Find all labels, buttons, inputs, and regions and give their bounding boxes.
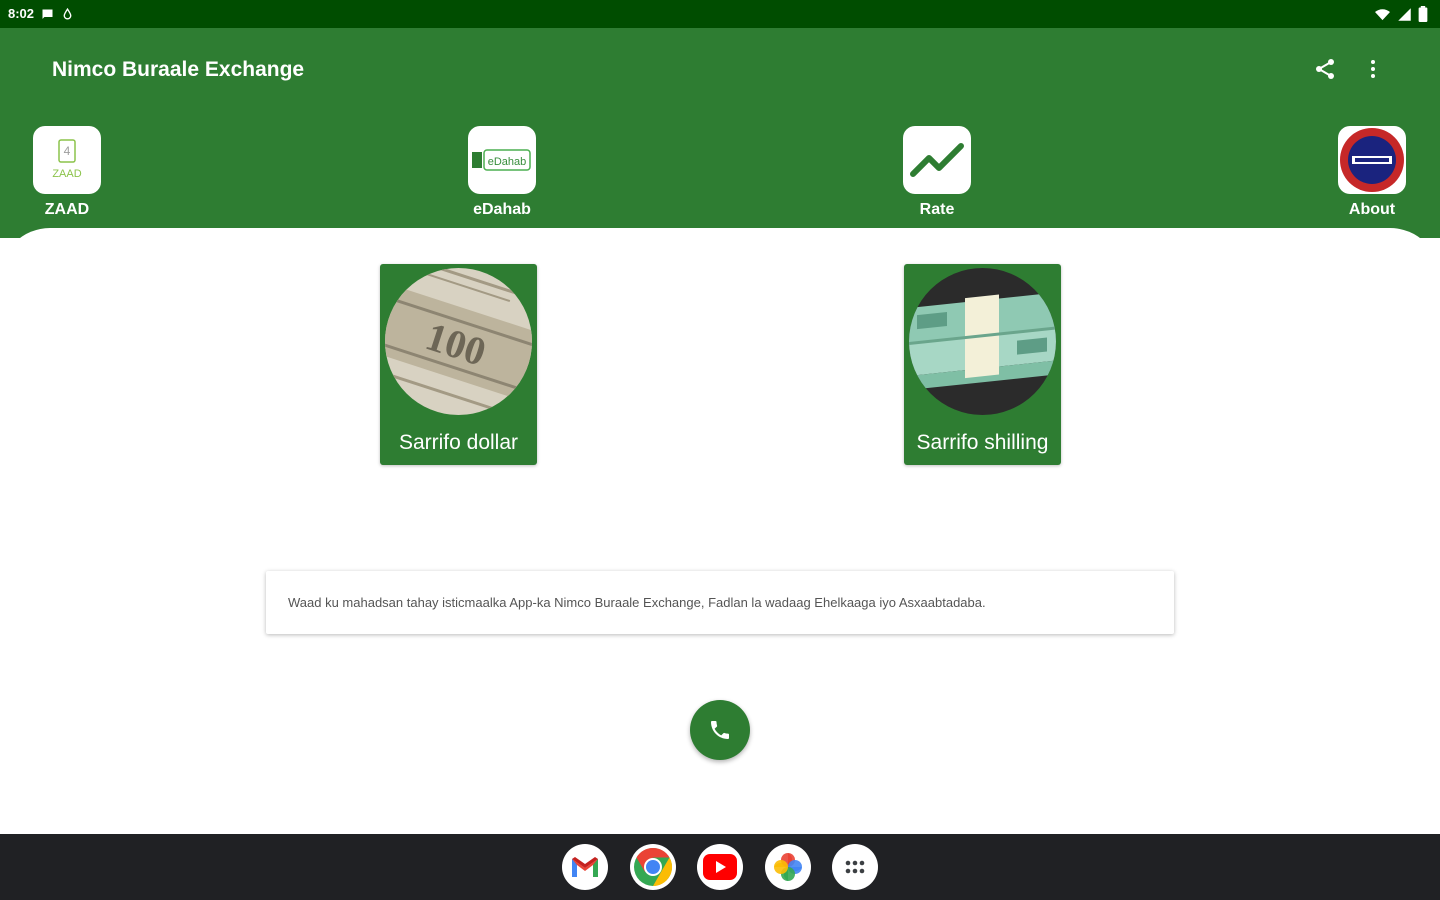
dollar-image: 100: [385, 268, 532, 415]
trending-up-icon: [910, 143, 964, 177]
edahab-shortcut[interactable]: eDahab eDahab: [454, 126, 550, 219]
edahab-logo: eDahab: [468, 126, 536, 194]
water-drop-icon: [63, 7, 72, 19]
status-time: 8:02: [8, 6, 35, 21]
taskbar-dock: [0, 834, 1440, 900]
shilling-card-label: Sarrifo shilling: [916, 431, 1049, 454]
chat-icon: [42, 9, 53, 19]
signal-icon: [1398, 7, 1411, 21]
edahab-label: eDahab: [473, 201, 531, 218]
app-drawer[interactable]: [832, 844, 878, 890]
chrome-app[interactable]: [630, 844, 676, 890]
edahab-logo-text: eDahab: [488, 156, 527, 168]
welcome-message-text: Waad ku mahadsan tahay isticmaalka App-k…: [288, 595, 986, 610]
shilling-image: [909, 268, 1056, 415]
svg-text:4: 4: [64, 144, 71, 158]
status-right: [1374, 6, 1428, 22]
app-bar: Nimco Buraale Exchange 4 ZAAD ZAAD eDaha…: [0, 28, 1440, 238]
chrome-icon: [634, 847, 673, 887]
about-logo: [1338, 126, 1406, 194]
rate-shortcut[interactable]: Rate: [889, 126, 985, 219]
gmail-icon: [572, 857, 598, 877]
rate-label: Rate: [919, 201, 955, 218]
zaad-shortcut[interactable]: 4 ZAAD ZAAD: [19, 126, 115, 219]
photos-app[interactable]: [765, 844, 811, 890]
more-options-button[interactable]: [1358, 54, 1388, 84]
rate-tile: [903, 126, 971, 194]
dollar-card-label: Sarrifo dollar: [398, 431, 519, 454]
share-icon: [1316, 59, 1334, 79]
zaad-label: ZAAD: [44, 201, 90, 218]
share-button[interactable]: [1310, 54, 1340, 84]
photos-icon: [774, 853, 802, 881]
app-title: Nimco Buraale Exchange: [52, 58, 305, 81]
zaad-logo: 4 ZAAD: [33, 126, 101, 194]
youtube-icon: [703, 854, 737, 880]
status-bar: 8:02: [0, 0, 1440, 28]
wifi-icon: [1375, 8, 1390, 20]
call-button[interactable]: [690, 700, 750, 760]
more-vert-icon: [1371, 60, 1375, 78]
status-left: 8:02: [8, 6, 74, 22]
gmail-app[interactable]: [562, 844, 608, 890]
shilling-exchange-card[interactable]: Sarrifo shilling: [904, 264, 1061, 465]
dollar-exchange-card[interactable]: 100 Sarrifo dollar: [380, 264, 537, 465]
about-shortcut[interactable]: About: [1324, 126, 1420, 219]
main-content: 100 Sarrifo dollar Sarrifo shilling Waad…: [0, 228, 1440, 834]
zaad-logo-text: ZAAD: [52, 168, 81, 180]
about-label: About: [1348, 201, 1396, 218]
app-drawer-icon: [845, 860, 865, 874]
battery-icon: [1418, 6, 1428, 22]
phone-icon: [711, 721, 729, 739]
welcome-message-card: Waad ku mahadsan tahay isticmaalka App-k…: [266, 571, 1174, 634]
youtube-app[interactable]: [697, 844, 743, 890]
